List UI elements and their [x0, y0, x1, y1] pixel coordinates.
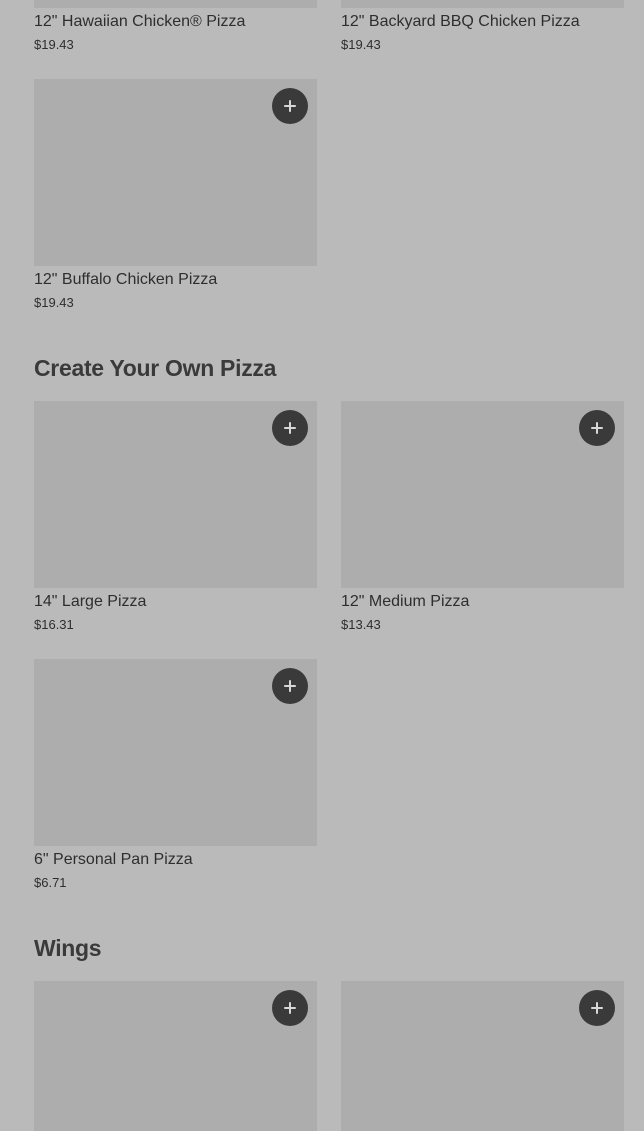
item-price: $16.31 [34, 617, 74, 632]
add-to-cart-button[interactable] [579, 990, 615, 1026]
add-to-cart-button[interactable] [272, 88, 308, 124]
item-name[interactable]: 12" Buffalo Chicken Pizza [34, 270, 217, 290]
item-name[interactable]: 14" Large Pizza [34, 592, 146, 612]
add-to-cart-button[interactable] [272, 990, 308, 1026]
item-image[interactable] [34, 0, 317, 8]
section-title-create-your-own-pizza: Create Your Own Pizza [34, 355, 277, 381]
item-price: $19.43 [34, 295, 74, 310]
item-price: $19.43 [34, 37, 74, 52]
add-to-cart-button[interactable] [579, 410, 615, 446]
item-name[interactable]: 12" Hawaiian Chicken® Pizza [34, 12, 245, 32]
item-price: $19.43 [341, 37, 381, 52]
item-name[interactable]: 12" Medium Pizza [341, 592, 469, 612]
item-price: $13.43 [341, 617, 381, 632]
add-to-cart-button[interactable] [272, 668, 308, 704]
item-price: $6.71 [34, 875, 67, 890]
item-name[interactable]: 12" Backyard BBQ Chicken Pizza [341, 12, 580, 32]
item-image[interactable] [341, 0, 624, 8]
section-title-wings: Wings [34, 935, 102, 961]
add-to-cart-button[interactable] [272, 410, 308, 446]
item-name[interactable]: 6" Personal Pan Pizza [34, 850, 193, 870]
